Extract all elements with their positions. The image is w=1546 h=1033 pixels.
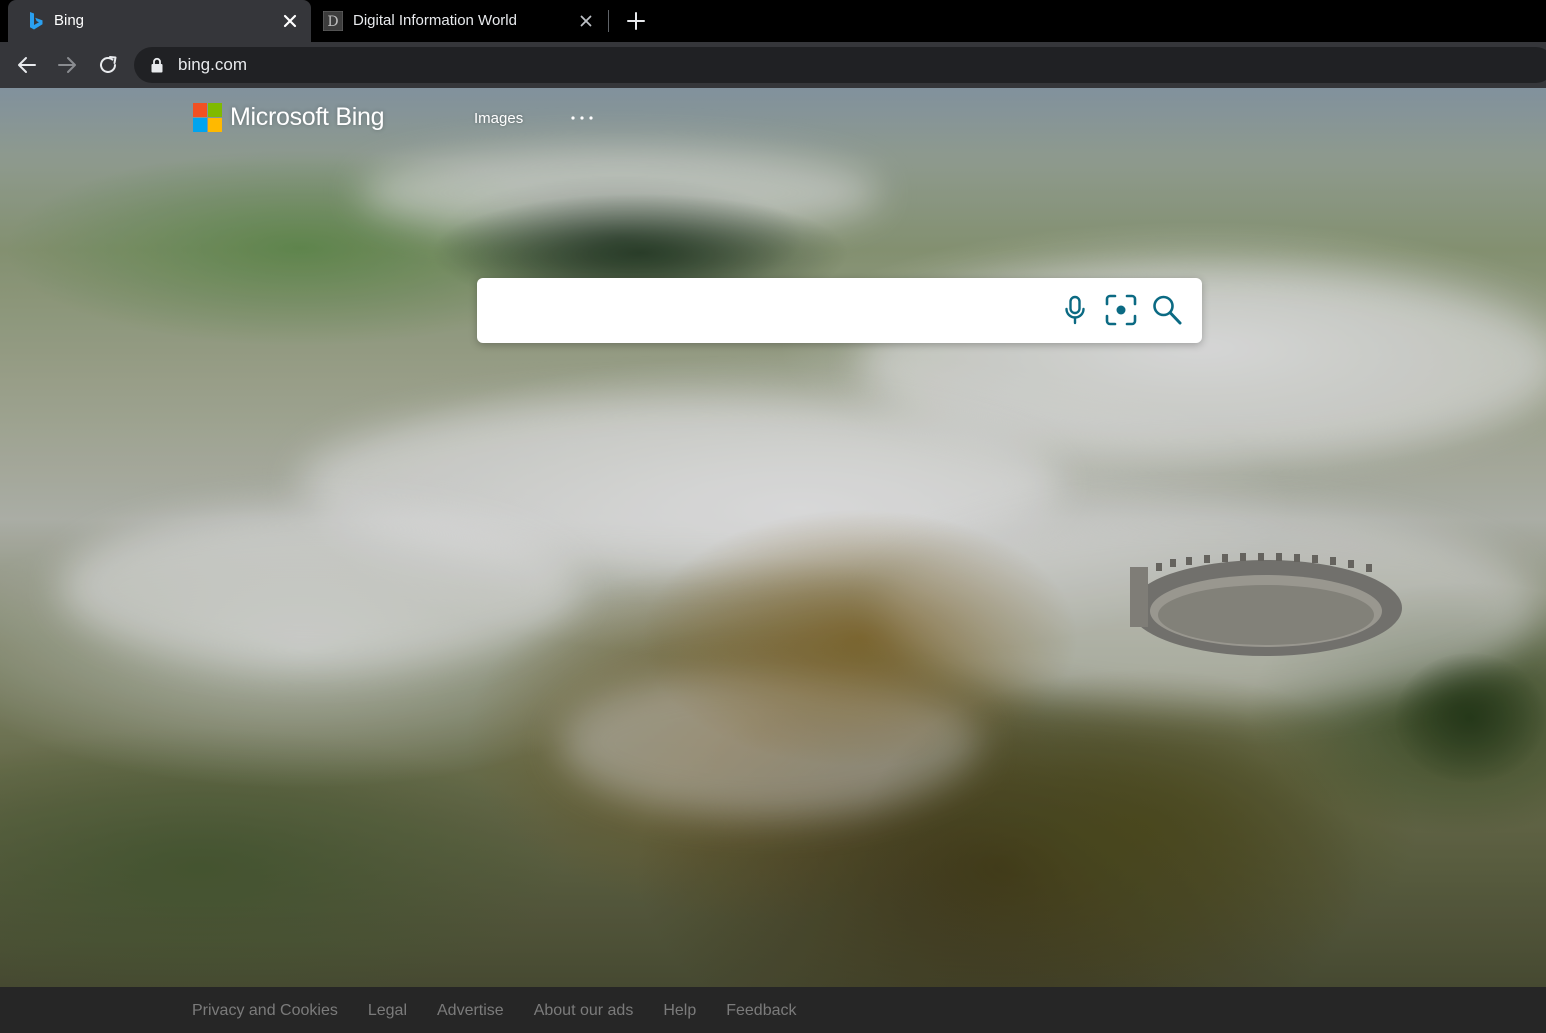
tab-strip: Bing D Digital Information World xyxy=(0,0,1546,42)
search-box xyxy=(477,278,1202,343)
microphone-icon[interactable] xyxy=(1058,293,1092,327)
d-letter-icon: D xyxy=(323,11,343,31)
tab-separator xyxy=(608,10,609,32)
footer-link-help[interactable]: Help xyxy=(663,1002,696,1020)
more-options-icon[interactable] xyxy=(569,108,595,128)
tab-title: Digital Information World xyxy=(353,12,517,29)
footer-links: Privacy and Cookies Legal Advertise Abou… xyxy=(192,1002,827,1020)
new-tab-icon[interactable] xyxy=(624,9,648,33)
tab-bing[interactable]: Bing xyxy=(8,0,311,42)
tab-title: Bing xyxy=(54,12,85,29)
logo-wordmark: Microsoft Bing xyxy=(230,102,385,131)
bing-homepage: Microsoft Bing Images xyxy=(0,88,1546,987)
footer-link-about-ads[interactable]: About our ads xyxy=(534,1002,634,1020)
search-icon[interactable] xyxy=(1150,293,1184,327)
browser-toolbar: bing.com xyxy=(0,42,1546,88)
svg-text:D: D xyxy=(327,14,338,30)
address-bar[interactable]: bing.com xyxy=(134,47,1546,83)
footer-link-legal[interactable]: Legal xyxy=(368,1002,407,1020)
back-arrow-icon[interactable] xyxy=(15,53,39,77)
close-tab-icon[interactable] xyxy=(281,12,299,30)
microsoft-logo-icon xyxy=(193,102,222,132)
reload-icon[interactable] xyxy=(96,53,120,77)
url-text[interactable]: bing.com xyxy=(178,55,247,75)
footer-link-advertise[interactable]: Advertise xyxy=(437,1002,504,1020)
bing-icon xyxy=(30,12,43,30)
microsoft-bing-logo[interactable]: Microsoft Bing xyxy=(193,102,384,132)
lock-icon[interactable] xyxy=(150,57,164,73)
nav-images-link[interactable]: Images xyxy=(474,110,523,127)
search-input[interactable] xyxy=(497,292,1061,330)
footer-link-privacy[interactable]: Privacy and Cookies xyxy=(192,1002,338,1020)
close-tab-icon[interactable] xyxy=(577,12,595,30)
page-footer: Privacy and Cookies Legal Advertise Abou… xyxy=(0,987,1546,1033)
forward-arrow-icon[interactable] xyxy=(55,53,79,77)
footer-link-feedback[interactable]: Feedback xyxy=(726,1002,796,1020)
tab-digital-information-world[interactable]: D Digital Information World xyxy=(313,0,607,42)
visual-search-icon[interactable] xyxy=(1104,293,1138,327)
background-overlay xyxy=(0,88,1546,987)
